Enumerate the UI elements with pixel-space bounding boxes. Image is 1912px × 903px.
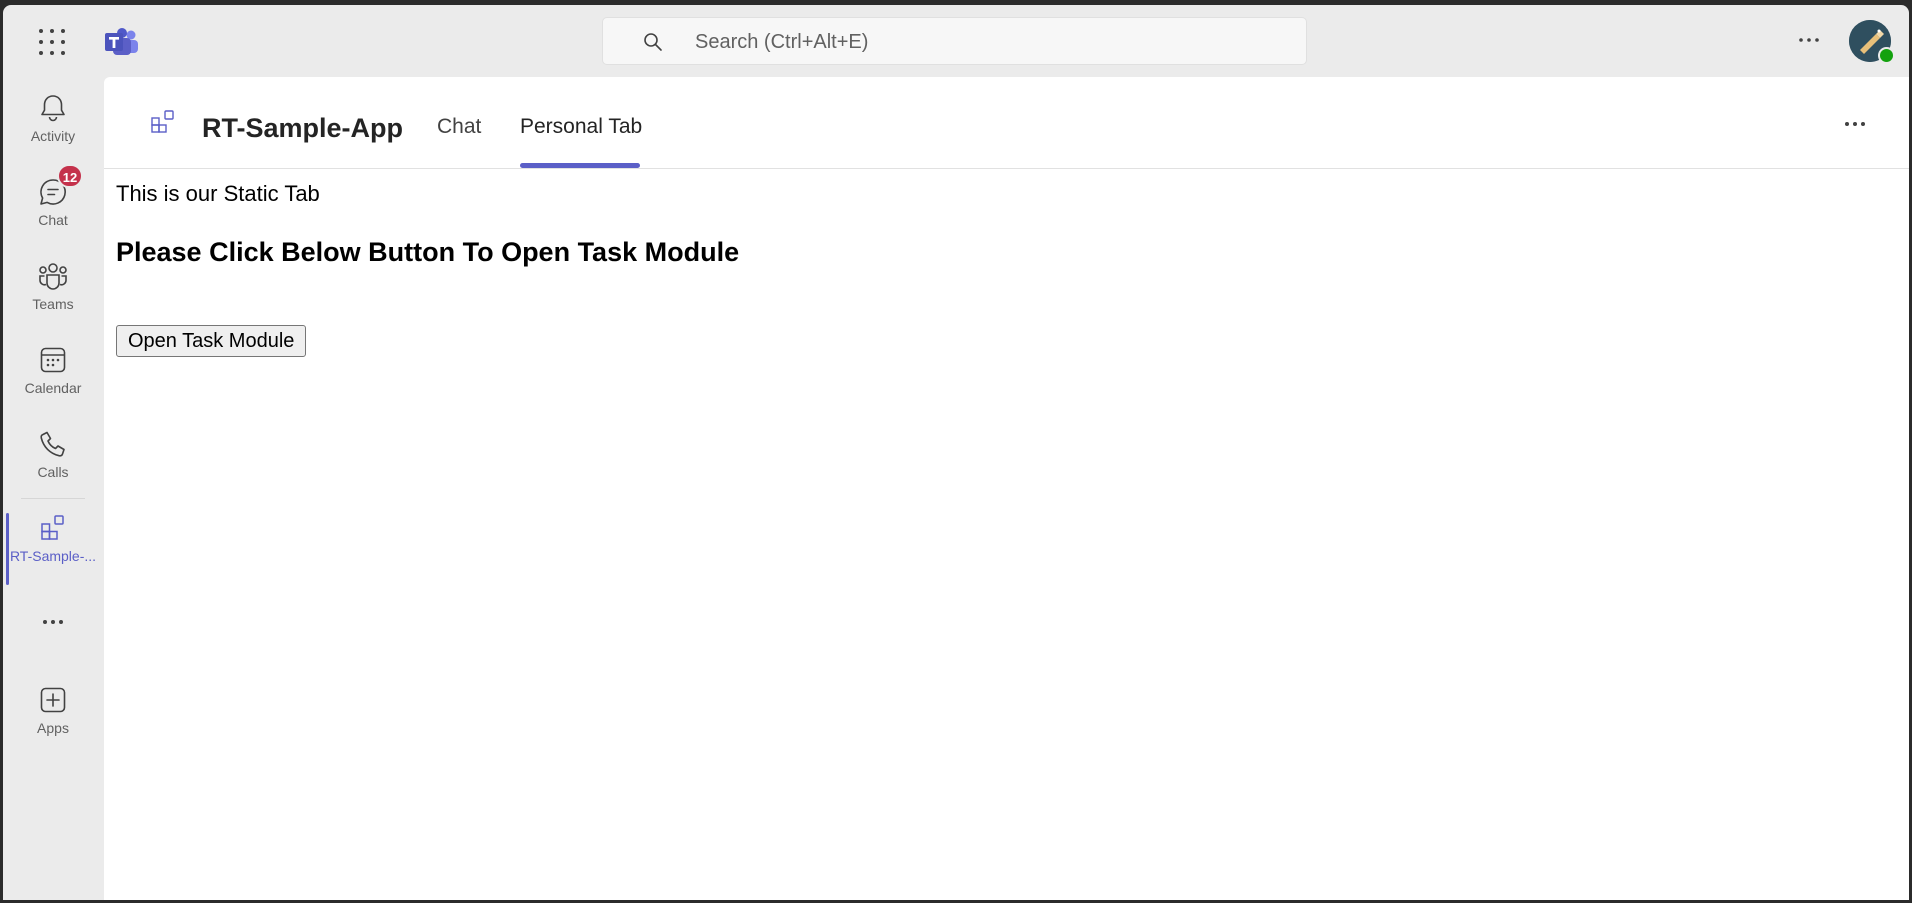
avatar[interactable] — [1849, 20, 1895, 64]
rail-label-rt-sample-app: RT-Sample-... — [9, 548, 97, 564]
rail-item-activity[interactable]: Activity — [3, 93, 103, 171]
instruction-heading: Please Click Below Button To Open Task M… — [116, 237, 740, 267]
rail-item-more[interactable] — [3, 612, 103, 652]
more-options-icon[interactable] — [1794, 25, 1824, 55]
chat-unread-badge: 12 — [57, 164, 83, 188]
rail-label-apps: Apps — [37, 720, 69, 736]
rail-divider — [21, 498, 85, 499]
rail-label-chat: Chat — [38, 212, 68, 228]
search-input[interactable]: Search (Ctrl+Alt+E) — [695, 31, 868, 54]
app-grid-icon — [151, 110, 174, 133]
bell-icon — [41, 95, 65, 122]
app-header: RT-Sample-App Chat Personal Tab — [104, 77, 1909, 169]
main-pane: RT-Sample-App Chat Personal Tab This is … — [104, 77, 1909, 900]
teams-logo-icon — [105, 28, 138, 55]
more-options-icon[interactable] — [1840, 114, 1870, 134]
rail-label-teams: Teams — [32, 296, 74, 312]
app-title: RT-Sample-App — [202, 113, 404, 143]
rail-item-rt-sample-app[interactable]: RT-Sample-... — [3, 513, 103, 591]
add-app-icon — [40, 687, 66, 713]
phone-icon — [40, 431, 65, 457]
open-task-module-button[interactable]: Open Task Module — [116, 325, 307, 357]
rail-label-activity: Activity — [30, 128, 76, 144]
left-rail: Activity 12 Chat Teams Calendar Calls RT… — [3, 77, 103, 900]
search-icon — [644, 33, 662, 51]
active-tab-indicator — [520, 163, 640, 168]
static-tab-text: This is our Static Tab — [116, 181, 320, 206]
calendar-icon — [40, 347, 66, 373]
top-bar: Search (Ctrl+Alt+E) — [3, 5, 1909, 77]
rail-label-calendar: Calendar — [24, 380, 82, 396]
teams-window: Search (Ctrl+Alt+E) Activity 12 Chat Tea… — [3, 5, 1909, 900]
waffle-icon[interactable] — [37, 28, 65, 55]
app-grid-icon — [41, 515, 64, 540]
rail-item-chat[interactable]: 12 Chat — [3, 164, 103, 255]
search-bar[interactable]: Search (Ctrl+Alt+E) — [602, 17, 1307, 65]
teams-icon — [39, 263, 67, 290]
tab-personal-tab[interactable]: Personal Tab — [520, 115, 642, 139]
rail-item-teams[interactable]: Teams — [3, 261, 103, 339]
tab-chat[interactable]: Chat — [437, 115, 481, 139]
rail-item-calendar[interactable]: Calendar — [3, 345, 103, 423]
rail-item-calls[interactable]: Calls — [3, 429, 103, 507]
presence-available-icon — [1878, 47, 1895, 64]
rail-item-apps[interactable]: Apps — [3, 685, 103, 763]
rail-label-calls: Calls — [37, 464, 69, 480]
more-icon — [43, 620, 63, 624]
